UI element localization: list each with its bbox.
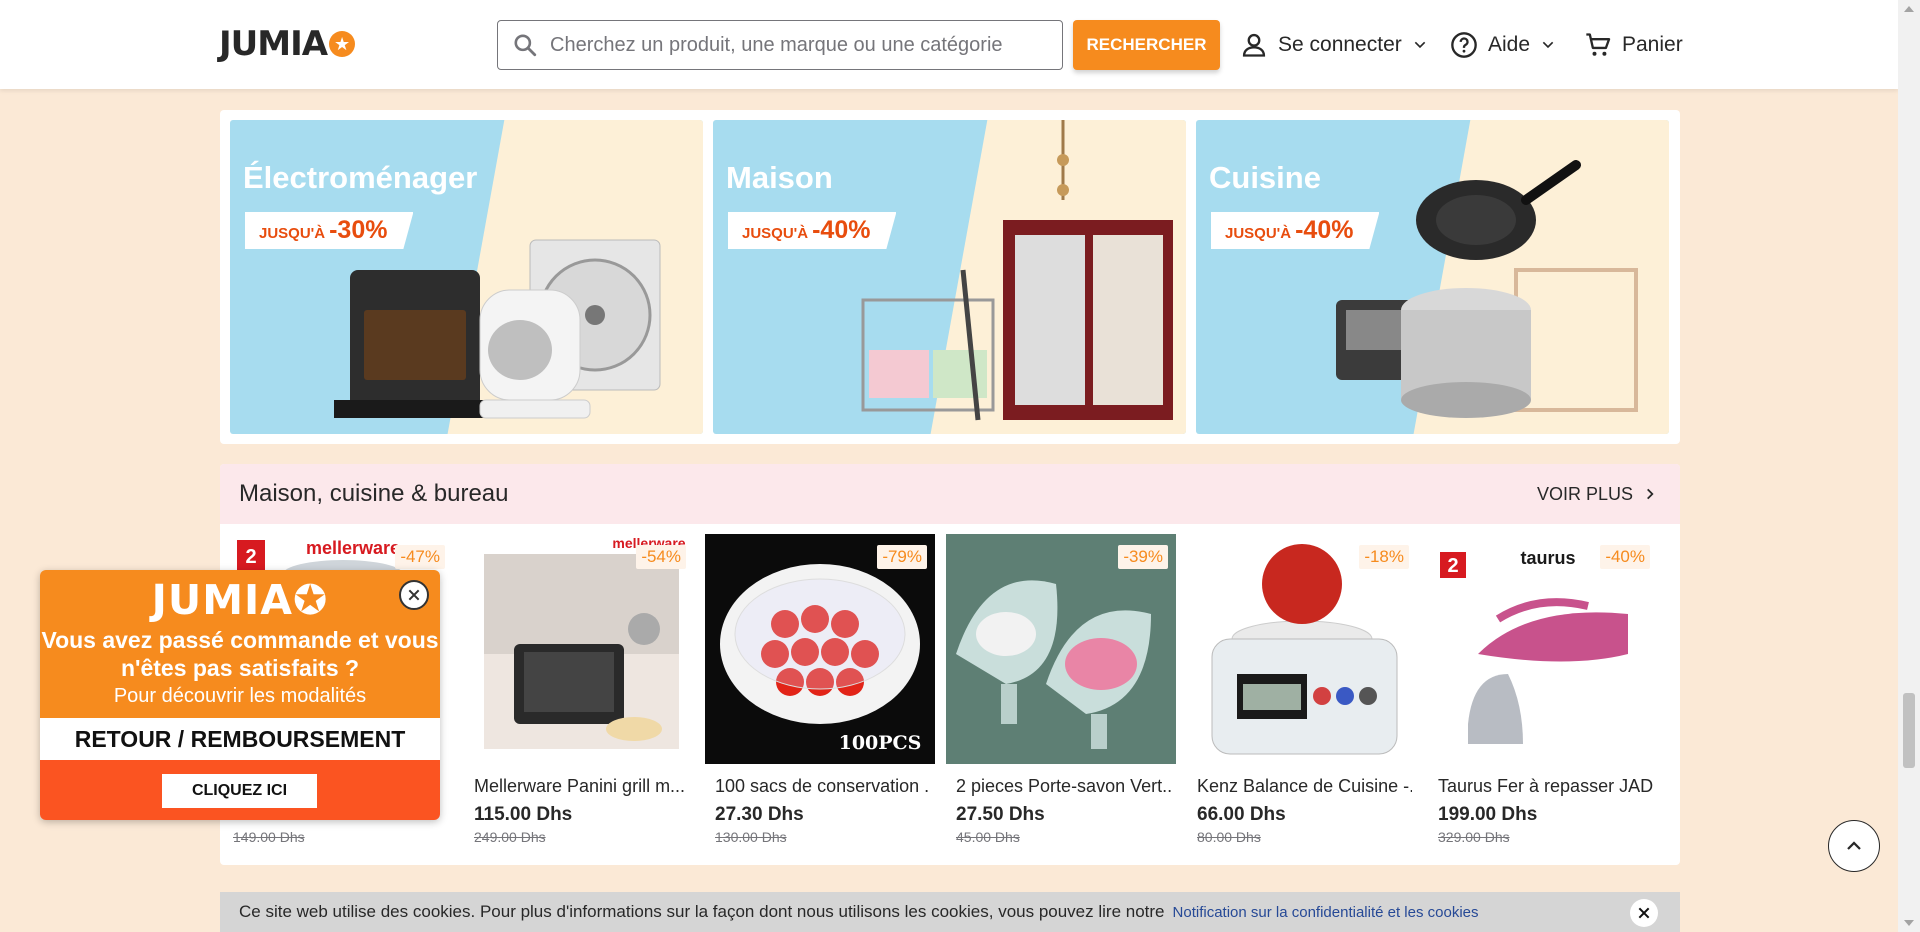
product-name: Kenz Balance de Cuisine -...: [1197, 776, 1412, 796]
scroll-thumb[interactable]: [1903, 693, 1915, 768]
product-card[interactable]: 2 taurus -40% Taurus Fer à repasser JAD.…: [1425, 534, 1658, 856]
banner-discount: -30%: [329, 216, 388, 244]
popup-logo: JUMIA✪: [40, 576, 440, 624]
scroll-up-arrow-icon[interactable]: [1904, 6, 1914, 12]
section-title: Maison, cuisine & bureau: [239, 480, 509, 507]
banner-title: Électroménager: [243, 160, 478, 195]
promo-banners: Électroménager JUSQU'À -30% Maison JUSQU…: [220, 110, 1680, 444]
jumia-logo[interactable]: JUMIA ★: [219, 24, 356, 64]
scroll-down-arrow-icon[interactable]: [1904, 920, 1914, 926]
product-name: 2 pieces Porte-savon Vert...: [956, 776, 1171, 796]
banner-title: Cuisine: [1209, 160, 1321, 195]
discount-badge: -39%: [1118, 545, 1168, 569]
close-icon: [408, 589, 420, 601]
cookie-banner: Ce site web utilise des cookies. Pour pl…: [220, 892, 1680, 932]
popup-cta-button[interactable]: CLIQUEZ ICI: [162, 774, 317, 808]
account-menu[interactable]: Se connecter: [1240, 26, 1428, 64]
product-name: 100 sacs de conservation ...: [715, 776, 930, 796]
old-price: 249.00 Dhs: [474, 829, 546, 845]
brand-logo: mellerware: [306, 538, 400, 558]
popup-headline: Vous avez passé commande et vous n'êtes …: [41, 627, 439, 681]
banner-title: Maison: [726, 160, 833, 195]
vertical-scrollbar[interactable]: [1898, 0, 1920, 932]
privacy-link[interactable]: Notification sur la confidentialité et l…: [1173, 904, 1479, 921]
banner-tag: JUSQU'À -40%: [728, 212, 897, 249]
product-price: 27.50 Dhs: [956, 804, 1045, 825]
cookware-image: [1336, 160, 1638, 418]
product-price: 115.00 Dhs: [474, 804, 573, 825]
star-icon: ✪: [292, 576, 329, 624]
old-price: 130.00 Dhs: [715, 829, 787, 845]
user-icon: [1242, 33, 1266, 57]
banner-maison[interactable]: Maison JUSQU'À -40%: [713, 120, 1186, 434]
close-icon: [1638, 907, 1650, 919]
product-price: 66.00 Dhs: [1197, 804, 1286, 825]
cookie-text: Ce site web utilise des cookies. Pour pl…: [239, 902, 1165, 921]
discount-badge: -79%: [877, 545, 927, 569]
popup-close-button[interactable]: [399, 580, 429, 610]
back-to-top-button[interactable]: [1828, 820, 1880, 872]
banner-upto: JUSQU'À: [1225, 225, 1292, 242]
search-input[interactable]: [550, 33, 1030, 57]
chevron-up-icon: [1847, 841, 1861, 850]
chevron-down-icon: [1542, 41, 1554, 49]
chevron-right-icon: [1647, 488, 1654, 500]
star-icon: ★: [329, 31, 356, 57]
popup-subline: Pour découvrir les modalités: [113, 685, 367, 707]
banner-cuisine[interactable]: Cuisine JUSQU'À -40%: [1196, 120, 1669, 434]
top-header: JUMIA ★ RECHERCHER Se connecter Aide: [0, 0, 1898, 89]
product-card[interactable]: 100PCS -79% 100 sacs de conservation ...…: [702, 534, 935, 856]
product-price: 199.00 Dhs: [1438, 804, 1538, 825]
help-label: Aide: [1488, 33, 1531, 56]
banner-discount: -40%: [812, 216, 871, 244]
search-button[interactable]: RECHERCHER: [1073, 20, 1220, 70]
popup-band: RETOUR / REMBOURSEMENT: [40, 718, 440, 760]
discount-badge: -47%: [395, 545, 445, 569]
banner-tag: JUSQU'À -40%: [1211, 212, 1380, 249]
product-card[interactable]: -18% Kenz Balance de Cuisine -... 66.00 …: [1184, 534, 1417, 856]
furniture-image: [861, 120, 1173, 421]
account-label: Se connecter: [1278, 33, 1402, 56]
cookie-close-button[interactable]: [1630, 899, 1658, 927]
popup-logo-text: JUMIA: [151, 576, 293, 624]
svg-text:2: 2: [245, 546, 256, 568]
help-icon: [1451, 32, 1477, 58]
product-price: 27.30 Dhs: [715, 804, 804, 825]
banner-discount: -40%: [1295, 216, 1354, 244]
see-more-link[interactable]: VOIR PLUS: [1537, 484, 1657, 505]
banner-upto: JUSQU'À: [259, 225, 326, 242]
return-refund-popup[interactable]: JUMIA✪ Vous avez passé commande et vous …: [40, 570, 440, 820]
section-header: Maison, cuisine & bureau VOIR PLUS: [220, 464, 1680, 524]
appliances-image: [334, 239, 661, 419]
banner-electromenager[interactable]: Électroménager JUSQU'À -30%: [230, 120, 703, 434]
discount-badge: -40%: [1600, 545, 1650, 569]
cart-icon: [1586, 33, 1611, 56]
old-price: 45.00 Dhs: [956, 829, 1020, 845]
search-icon: [514, 34, 537, 57]
svg-text:taurus: taurus: [1520, 548, 1575, 568]
see-more-label: VOIR PLUS: [1536, 483, 1633, 504]
old-price: 80.00 Dhs: [1197, 829, 1261, 845]
cart-label: Panier: [1622, 33, 1683, 56]
logo-text: JUMIA: [219, 24, 328, 64]
svg-text:2: 2: [1447, 555, 1458, 577]
discount-badge: -54%: [636, 545, 686, 569]
search-box: [497, 20, 1063, 70]
product-name: Taurus Fer à repasser JAD...: [1438, 776, 1653, 796]
chevron-down-icon: [1414, 41, 1426, 49]
cart-link[interactable]: Panier: [1584, 26, 1683, 64]
svg-text:100PCS: 100PCS: [839, 732, 922, 754]
product-card[interactable]: mellerware -54% Mellerware Panini grill …: [461, 534, 694, 856]
banner-upto: JUSQU'À: [742, 225, 809, 242]
old-price: 149.00 Dhs: [233, 829, 305, 845]
product-card[interactable]: -39% 2 pieces Porte-savon Vert... 27.50 …: [943, 534, 1176, 856]
help-menu[interactable]: Aide: [1450, 26, 1556, 64]
discount-badge: -18%: [1359, 545, 1409, 569]
product-name: Mellerware Panini grill m...: [474, 776, 686, 796]
old-price: 329.00 Dhs: [1438, 829, 1510, 845]
banner-tag: JUSQU'À -30%: [245, 212, 414, 249]
